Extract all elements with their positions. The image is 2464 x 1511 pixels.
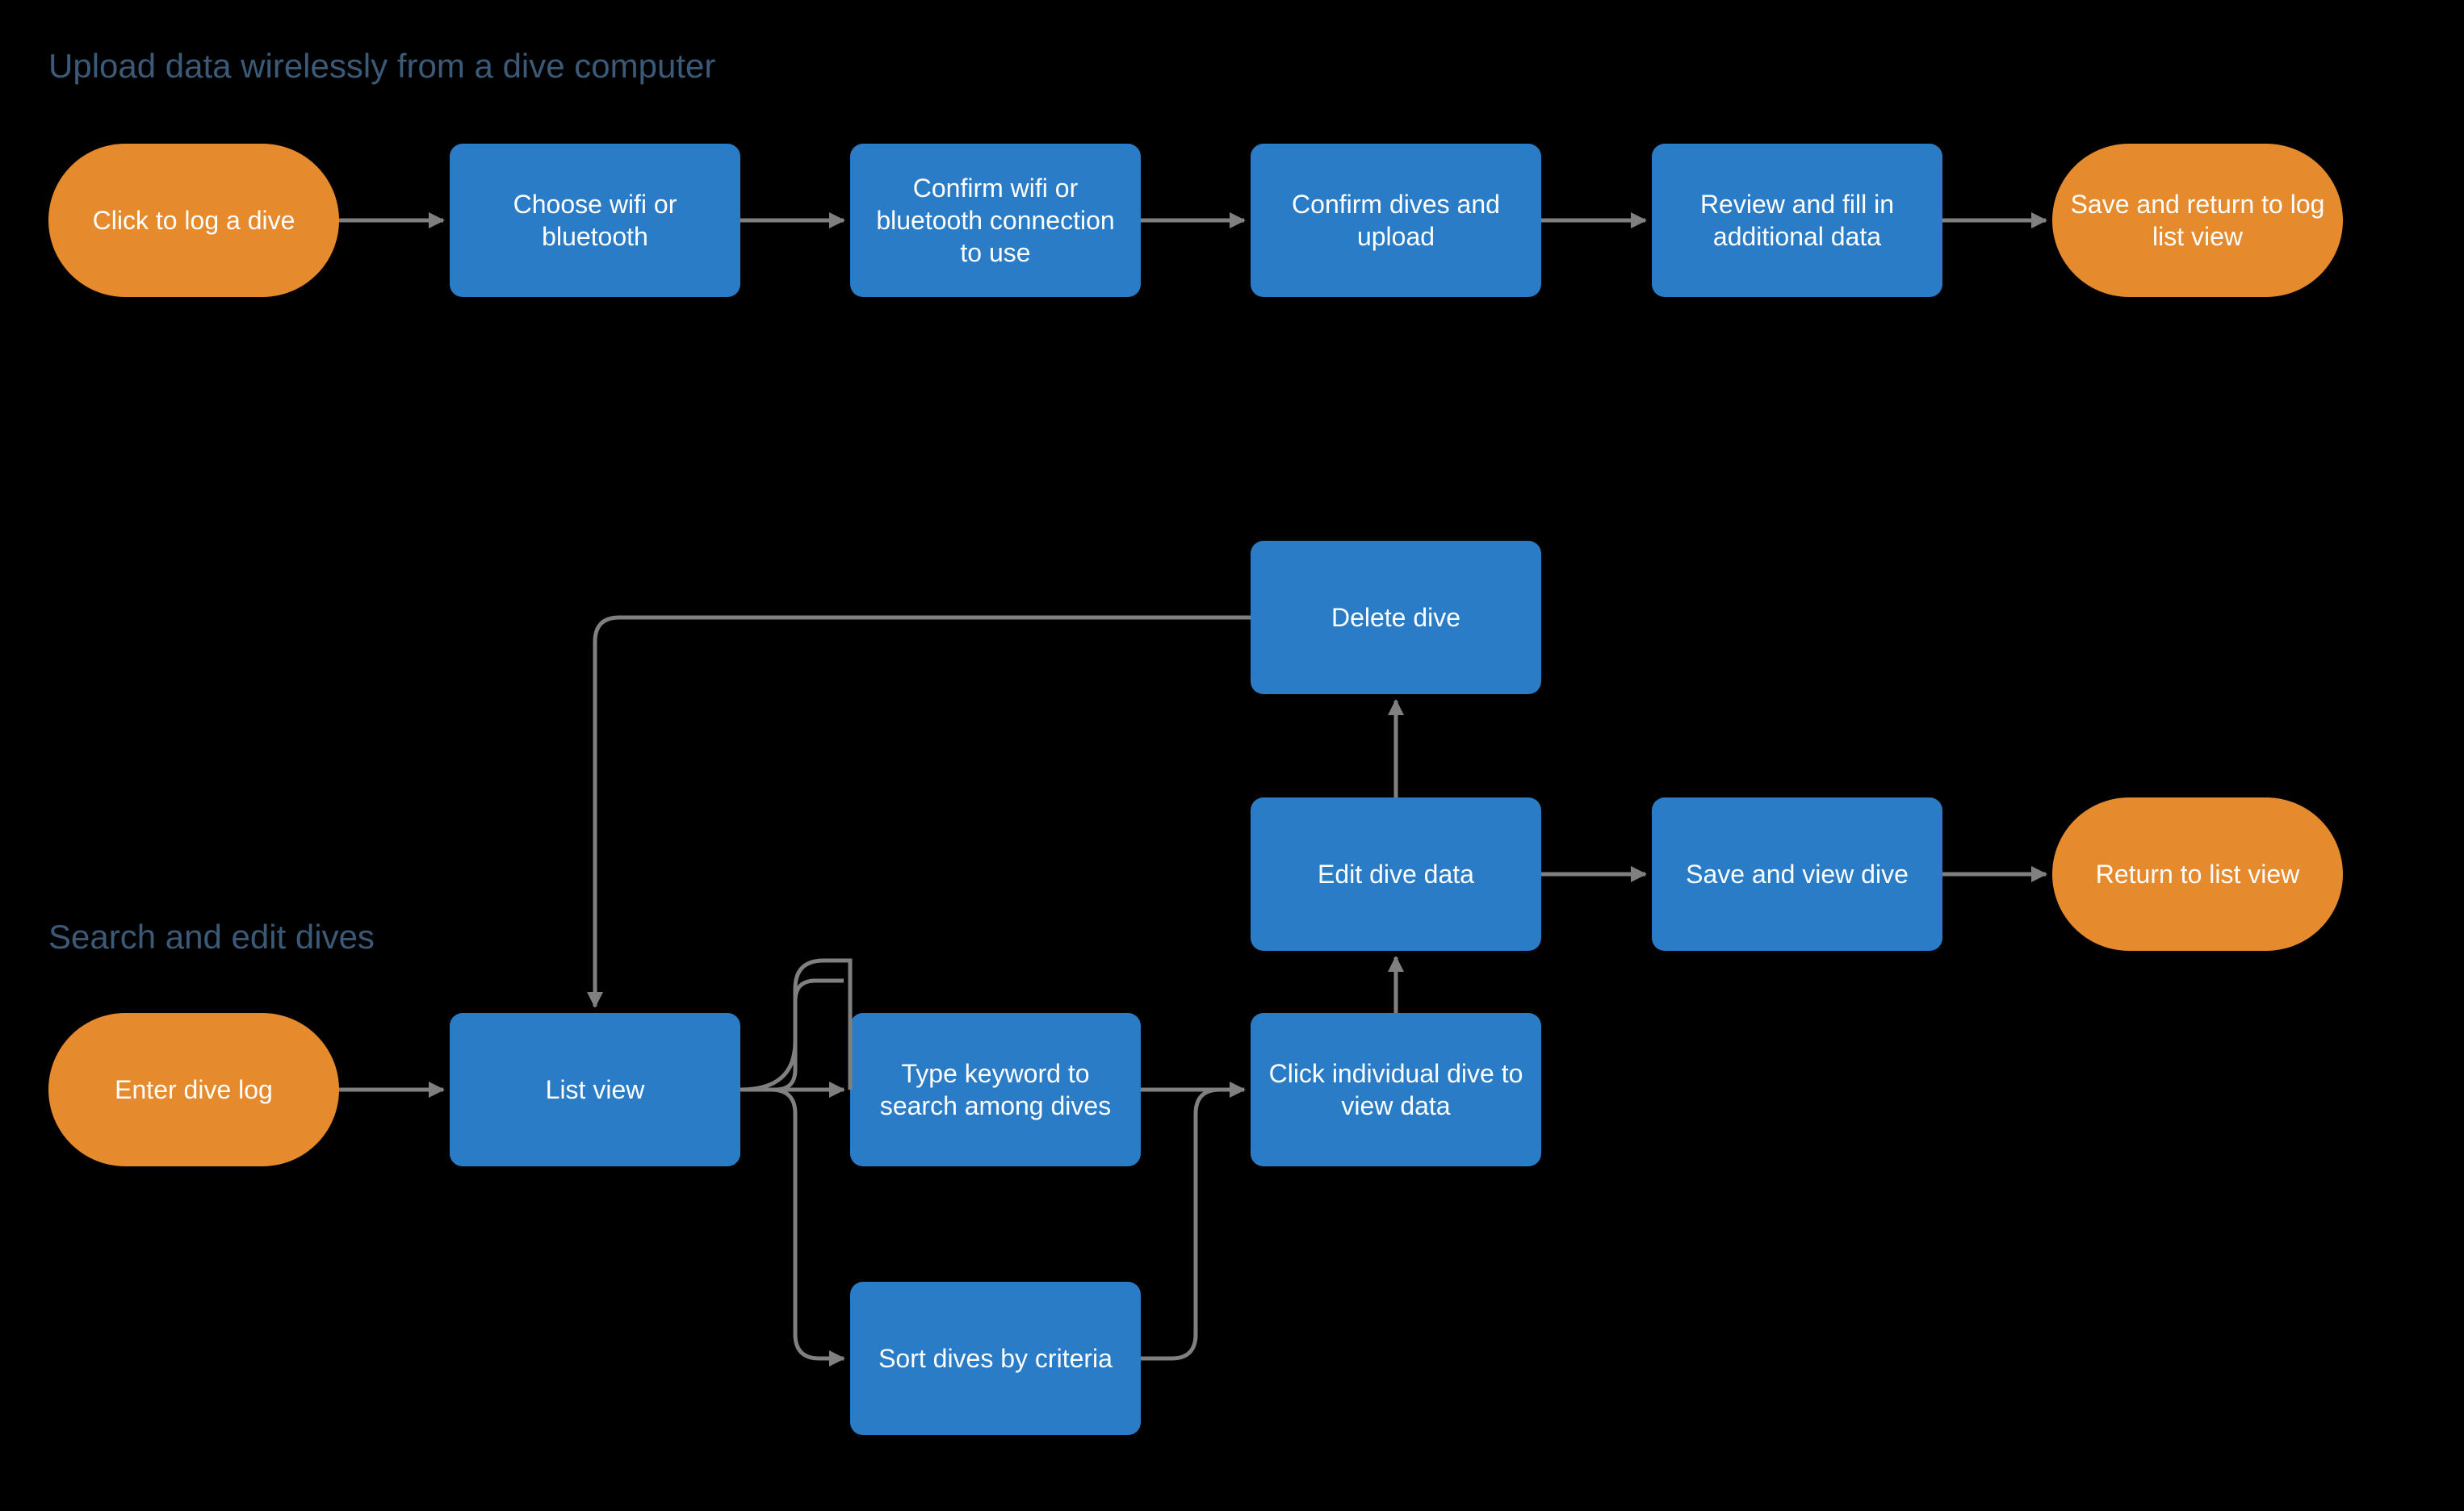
connector-list-to-sort	[740, 1090, 844, 1358]
flow2-search-label: Type keyword to search among dives	[866, 1057, 1125, 1122]
flow2-edit: Edit dive data	[1251, 797, 1541, 951]
flow2-view: Click individual dive to view data	[1251, 1013, 1541, 1166]
flow2-delete-label: Delete dive	[1331, 601, 1460, 634]
flow1-step2-label: Confirm wifi or bluetooth connection to …	[866, 172, 1125, 269]
flow2-list-label: List view	[546, 1074, 645, 1106]
connector-line	[740, 961, 850, 1090]
flow2-delete: Delete dive	[1251, 541, 1541, 694]
flow2-end-label: Return to list view	[2096, 858, 2300, 890]
flow2-search: Type keyword to search among dives	[850, 1013, 1141, 1166]
flow2-start: Enter dive log	[48, 1013, 339, 1166]
flow2-save-label: Save and view dive	[1686, 858, 1909, 890]
flow2-end: Return to list view	[2052, 797, 2343, 951]
flow1-start: Click to log a dive	[48, 144, 339, 297]
flow1-start-label: Click to log a dive	[93, 204, 295, 236]
connector-delete-to-list	[595, 617, 1251, 1007]
flow1-step4-label: Review and fill in additional data	[1668, 188, 1926, 253]
flow2-edit-label: Edit dive data	[1318, 858, 1474, 890]
flow1-step2: Confirm wifi or bluetooth connection to …	[850, 144, 1141, 297]
diagram-canvas: Upload data wirelessly from a dive compu…	[0, 0, 2464, 1511]
flow1-end: Save and return to log list view	[2052, 144, 2343, 297]
flow1-end-label: Save and return to log list view	[2068, 188, 2327, 253]
flow2-sort: Sort dives by criteria	[850, 1282, 1141, 1435]
flow2-sort-label: Sort dives by criteria	[878, 1342, 1113, 1375]
flow1-step3: Confirm dives and upload	[1251, 144, 1541, 297]
flow1-title: Upload data wirelessly from a dive compu…	[48, 47, 715, 86]
flow2-title: Search and edit dives	[48, 918, 375, 956]
flow2-save: Save and view dive	[1652, 797, 1942, 951]
flow2-view-label: Click individual dive to view data	[1267, 1057, 1525, 1122]
flow1-step1-label: Choose wifi or bluetooth	[466, 188, 724, 253]
flow1-step3-label: Confirm dives and upload	[1267, 188, 1525, 253]
connector-line	[740, 981, 844, 1090]
flow1-step1: Choose wifi or bluetooth	[450, 144, 740, 297]
connector-sort-to-view	[1141, 1090, 1244, 1358]
flow1-step4: Review and fill in additional data	[1652, 144, 1942, 297]
flow2-list: List view	[450, 1013, 740, 1166]
flow2-start-label: Enter dive log	[115, 1074, 273, 1106]
